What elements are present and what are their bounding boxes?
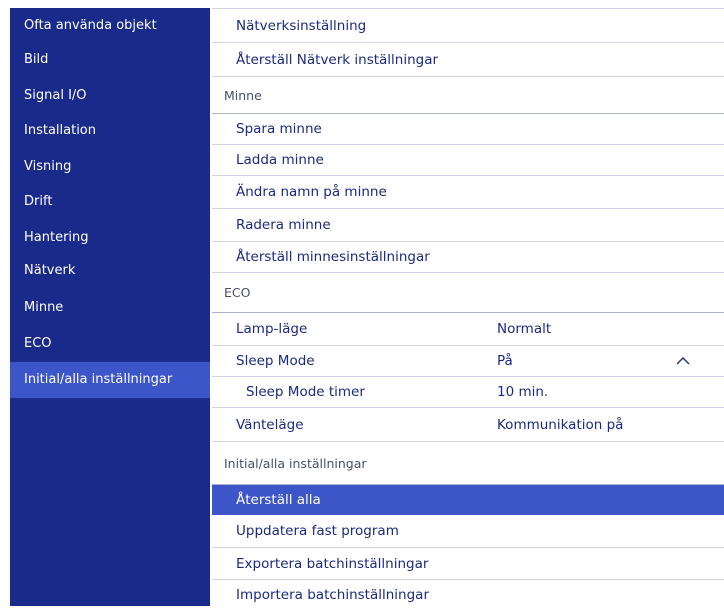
sleep-mode-timer-label: Sleep Mode timer — [246, 384, 365, 400]
sidebar-item-installation[interactable]: Installation — [10, 113, 210, 149]
reset-all-label: Återställ alla — [236, 492, 321, 508]
sidebar-item-display[interactable]: Visning — [10, 149, 210, 185]
chevron-up-icon[interactable] — [676, 346, 690, 377]
sleep-mode-timer-value: 10 min. — [497, 384, 549, 400]
network-setting-item[interactable]: Nätverksinställning — [212, 9, 724, 43]
sidebar-menu: Ofta använda objekt Bild Signal I/O Inst… — [10, 8, 210, 606]
erase-memory-item[interactable]: Radera minne — [212, 209, 724, 242]
load-memory-item[interactable]: Ladda minne — [212, 145, 724, 176]
sidebar-item-signal-io[interactable]: Signal I/O — [10, 78, 210, 114]
update-firmware-item[interactable]: Uppdatera fast program — [212, 515, 724, 548]
sleep-mode-label: Sleep Mode — [236, 353, 315, 369]
memory-section-header: Minne — [212, 77, 724, 114]
standby-mode-value: Kommunikation på — [497, 417, 624, 433]
reset-all-item[interactable]: Återställ alla — [212, 485, 724, 515]
sidebar-item-management[interactable]: Hantering — [10, 220, 210, 256]
sleep-mode-value: På — [497, 353, 513, 369]
save-memory-item[interactable]: Spara minne — [212, 114, 724, 145]
memory-header-label: Minne — [224, 88, 262, 103]
sidebar-item-network[interactable]: Nätverk — [10, 253, 210, 289]
eco-section-header: ECO — [212, 273, 724, 313]
initial-header-label: Initial/alla inställningar — [224, 456, 367, 471]
erase-memory-label: Radera minne — [236, 217, 331, 233]
sidebar-item-picture[interactable]: Bild — [10, 42, 210, 78]
export-batch-item[interactable]: Exportera batchinställningar — [212, 548, 724, 580]
load-memory-label: Ladda minne — [236, 152, 324, 168]
import-batch-item[interactable]: Importera batchinställningar — [212, 580, 724, 606]
lamp-mode-label: Lamp-läge — [236, 321, 308, 337]
sidebar-item-memory[interactable]: Minne — [10, 290, 210, 326]
export-batch-label: Exportera batchinställningar — [236, 556, 429, 572]
standby-mode-label: Vänteläge — [236, 417, 304, 433]
rename-memory-item[interactable]: Ändra namn på minne — [212, 176, 724, 209]
standby-mode-item[interactable]: Vänteläge Kommunikation på — [212, 408, 724, 442]
sleep-mode-item[interactable]: Sleep Mode På — [212, 346, 724, 377]
initial-section-header: Initial/alla inställningar — [212, 442, 724, 485]
settings-panel: Nätverksinställning Återställ Nätverk in… — [212, 8, 724, 606]
sleep-mode-timer-item[interactable]: Sleep Mode timer 10 min. — [212, 377, 724, 408]
reset-network-label: Återställ Nätverk inställningar — [236, 52, 439, 68]
lamp-mode-item[interactable]: Lamp-läge Normalt — [212, 313, 724, 346]
save-memory-label: Spara minne — [236, 121, 322, 137]
reset-memory-label: Återställ minnesinställningar — [236, 249, 430, 265]
eco-header-label: ECO — [224, 285, 251, 300]
network-setting-label: Nätverksinställning — [236, 18, 367, 34]
sidebar-item-operation[interactable]: Drift — [10, 184, 210, 220]
sidebar-item-frequently-used[interactable]: Ofta använda objekt — [10, 8, 210, 44]
rename-memory-label: Ändra namn på minne — [236, 184, 387, 200]
update-firmware-label: Uppdatera fast program — [236, 523, 399, 539]
sidebar-item-initial-all-settings[interactable]: Initial/alla inställningar — [10, 362, 210, 398]
reset-network-item[interactable]: Återställ Nätverk inställningar — [212, 43, 724, 77]
lamp-mode-value: Normalt — [497, 321, 552, 337]
sidebar-item-eco[interactable]: ECO — [10, 326, 210, 362]
reset-memory-item[interactable]: Återställ minnesinställningar — [212, 242, 724, 273]
